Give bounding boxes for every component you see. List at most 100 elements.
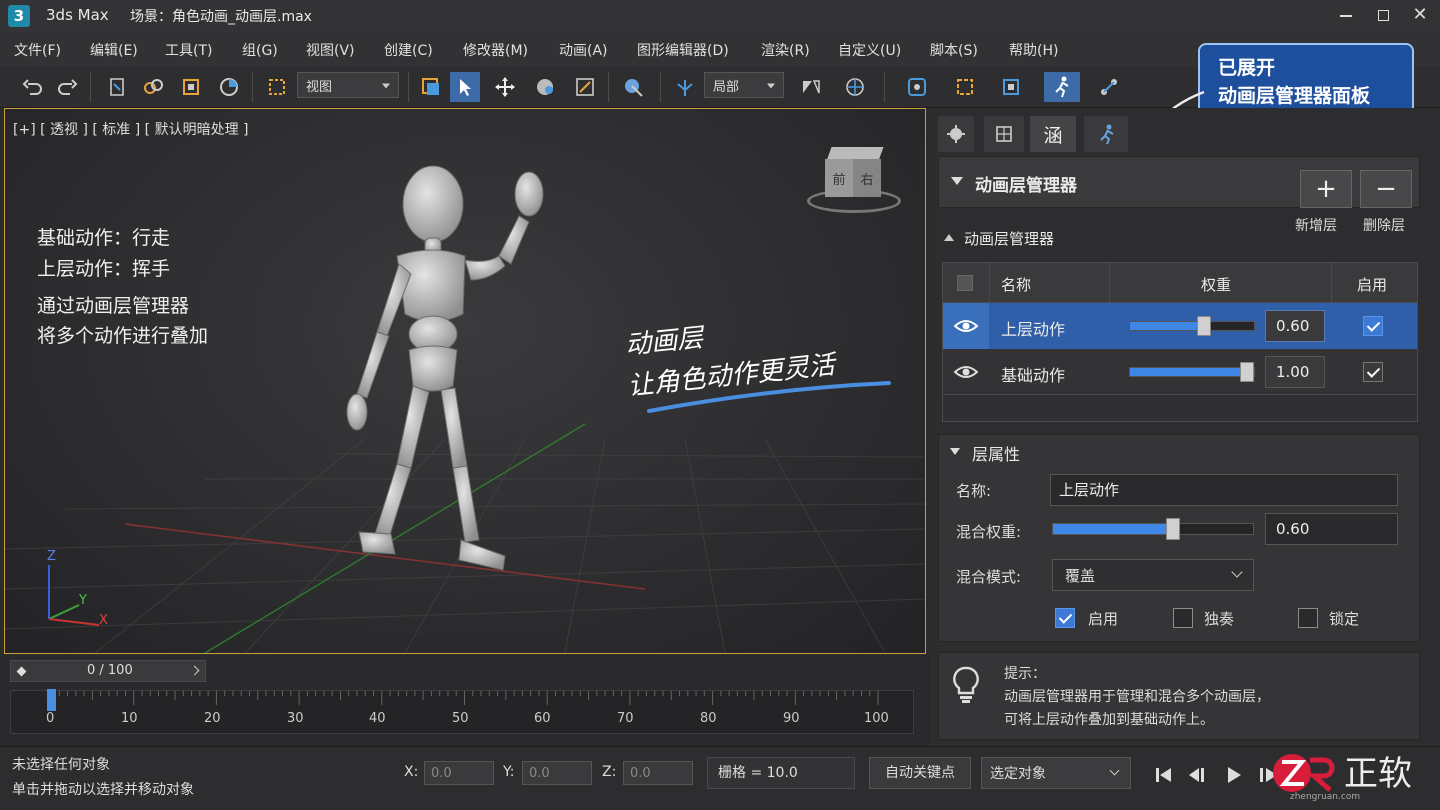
header-checkbox[interactable] [957,275,973,291]
x-coord-input[interactable]: 0.0 [424,761,494,785]
blend-weight-slider[interactable] [1052,518,1254,540]
name-field[interactable]: 上层动作 [1050,474,1398,506]
table-row[interactable]: 基础动作 1.00 [943,349,1417,395]
solo-checkbox[interactable] [1173,608,1193,628]
menu-scripting[interactable]: 脚本(S) [930,40,978,60]
prev-frame-icon[interactable] [1187,765,1209,785]
redo-icon[interactable] [52,72,82,102]
viewport-label[interactable]: [+] [ 透视 ] [ 标准 ] [ 默认明暗处理 ] [13,119,248,139]
tip-title: 提示： [1004,666,1046,682]
maximize-icon[interactable] [1378,10,1389,21]
y-coord-input[interactable]: 0.0 [522,761,592,785]
mirror-icon[interactable] [796,72,826,102]
viewcube-front[interactable]: 前 [825,159,853,197]
menu-help[interactable]: 帮助(H) [1009,40,1058,60]
place-icon[interactable] [618,72,648,102]
layer-enabled-checkbox[interactable] [1363,362,1383,382]
col-enabled[interactable]: 启用 [1357,274,1387,295]
weight-slider[interactable] [1129,362,1255,382]
watermark-logo: 正软 zhengruan.com [1272,744,1440,810]
menu-view[interactable]: 视图(V) [306,40,355,60]
tick-label: 70 [617,711,634,726]
move-icon[interactable] [490,72,520,102]
menu-rendering[interactable]: 渲染(R) [761,40,810,60]
prompt-line: 单击并拖动以选择并移动对象 [12,782,194,798]
select-object-icon[interactable] [416,72,446,102]
pivot-icon[interactable] [670,72,700,102]
unlink-icon[interactable] [138,72,168,102]
menu-create[interactable]: 创建(C) [384,40,433,60]
col-name[interactable]: 名称 [1001,274,1031,295]
tab-create[interactable] [938,116,974,152]
selection-set-dropdown[interactable]: 选定对象 [981,757,1131,789]
sub-expand-icon[interactable] [944,234,954,241]
percent-snap-icon[interactable] [996,72,1026,102]
next-frame-icon[interactable] [189,665,200,676]
menu-animation[interactable]: 动画(A) [559,40,608,60]
weight-slider-fill [1130,322,1204,330]
viewcube-right[interactable]: 右 [853,159,881,197]
minimize-icon[interactable] [1340,15,1352,17]
tab-modify[interactable] [984,116,1024,152]
blend-weight-handle[interactable] [1166,518,1180,540]
menu-file[interactable]: 文件(F) [14,40,61,60]
lock-checkbox[interactable] [1298,608,1318,628]
layer-enabled-checkbox[interactable] [1363,316,1383,336]
select-region-icon[interactable] [262,72,292,102]
undo-icon[interactable] [18,72,48,102]
selection-filter-icon[interactable] [214,72,244,102]
playhead[interactable] [47,689,56,711]
align-icon[interactable] [840,72,870,102]
menu-customize[interactable]: 自定义(U) [838,40,901,60]
menu-tools[interactable]: 工具(T) [165,40,212,60]
weight-input[interactable]: 1.00 [1265,356,1325,388]
auto-key-button[interactable]: 自动关键点 [869,757,971,789]
weight-slider[interactable] [1129,316,1255,336]
scale-icon[interactable] [570,72,600,102]
viewcube[interactable]: 前 右 [805,147,905,217]
reference-coord-dropdown[interactable]: 视图 [297,72,399,98]
blend-mode-dropdown[interactable]: 覆盖 [1052,559,1254,591]
menu-graph-editors[interactable]: 图形编辑器(D) [637,40,729,60]
chevron-down-icon [1231,566,1243,578]
col-weight[interactable]: 权重 [1201,274,1231,295]
tab-hierarchy[interactable]: 涵 [1030,116,1076,152]
angle-snap-icon[interactable] [950,72,980,102]
blend-weight-input[interactable]: 0.60 [1265,513,1398,545]
bind-spacewarp-icon[interactable] [176,72,206,102]
coord-system-dropdown[interactable]: 局部 [704,72,784,98]
weight-slider-handle[interactable] [1197,316,1211,336]
goto-start-icon[interactable] [1154,765,1174,785]
menu-group[interactable]: 组(G) [242,40,278,60]
tick-label: 40 [369,711,386,726]
z-coord-input[interactable]: 0.0 [623,761,693,785]
y-label: Y: [503,764,515,780]
tab-motion[interactable] [1084,116,1128,152]
time-slider[interactable]: 0 / 100 [10,660,206,682]
play-icon[interactable] [1224,765,1244,785]
add-layer-button[interactable]: + [1300,170,1352,208]
visibility-eye-icon[interactable] [943,303,989,349]
menu-edit[interactable]: 编辑(E) [90,40,138,60]
connect-tools-icon[interactable] [1094,72,1124,102]
delete-layer-button[interactable]: − [1360,170,1412,208]
select-link-icon[interactable] [102,72,132,102]
table-row[interactable]: 上层动作 0.60 [943,303,1417,349]
weight-input[interactable]: 0.60 [1265,310,1325,342]
tip-line1: 动画层管理器用于管理和混合多个动画层， [1004,689,1270,705]
close-icon[interactable]: ✕ [1410,4,1430,26]
name-label: 名称: [956,482,992,500]
snap-icon[interactable] [902,72,932,102]
props-expand-icon[interactable] [950,448,960,455]
visibility-eye-icon[interactable] [943,349,989,395]
viewport-perspective[interactable]: [+] [ 透视 ] [ 标准 ] [ 默认明暗处理 ] 前 右 基础动作：行走… [4,108,926,654]
x-label: X: [404,764,419,780]
tick-label: 80 [700,711,717,726]
enable-checkbox[interactable] [1055,608,1075,628]
select-arrow-icon[interactable] [450,72,480,102]
walk-icon[interactable] [1044,72,1080,102]
mannequin-figure[interactable] [315,164,575,584]
weight-slider-handle[interactable] [1240,362,1254,382]
menu-modifiers[interactable]: 修改器(M) [463,40,528,60]
rotate-icon[interactable] [530,72,560,102]
